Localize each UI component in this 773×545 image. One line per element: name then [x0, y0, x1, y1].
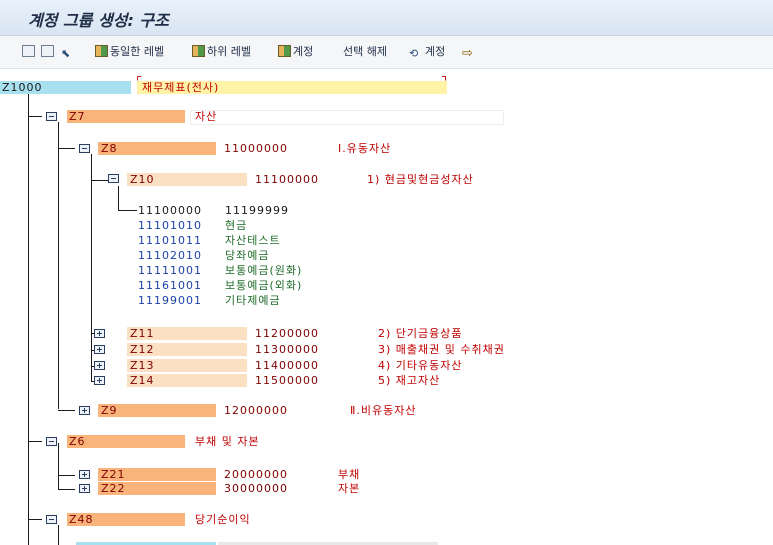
- node-code: Z9: [101, 404, 118, 417]
- collapse-icon[interactable]: [46, 437, 57, 446]
- select-button[interactable]: ⬉: [61, 44, 77, 60]
- collapse-icon[interactable]: [46, 112, 57, 121]
- node-code: Z48: [69, 513, 94, 526]
- node-from: 11100000: [255, 173, 319, 186]
- list-item-code[interactable]: 11101011: [138, 234, 202, 247]
- node-code: Z14: [130, 374, 155, 387]
- node-from: 30000000: [224, 482, 288, 495]
- expand-icon[interactable]: [79, 470, 90, 479]
- list-item-text: 자산테스트: [225, 234, 281, 247]
- account-label: 계정: [293, 45, 314, 58]
- expand-icon[interactable]: [94, 329, 105, 338]
- list-item-text: 기타제예금: [225, 294, 281, 307]
- node-from: 11000000: [224, 142, 288, 155]
- list-item-code[interactable]: 11111001: [138, 264, 202, 277]
- same-level-button[interactable]: 동일한 레벨: [95, 44, 164, 60]
- node-code: Z21: [101, 468, 126, 481]
- account-link-button[interactable]: ⟲ 계정: [409, 44, 445, 60]
- toolbar: ⬉ 동일한 레벨 하위 레벨 계정 선택 해제 ⟲ 계정 ⇨: [0, 36, 773, 69]
- node-text: 자산: [195, 110, 218, 123]
- list-item-text: 당좌예금: [225, 249, 270, 262]
- node-from: 11200000: [255, 327, 319, 340]
- node-text: 자본: [338, 482, 361, 495]
- tree-line-z8: [91, 154, 92, 382]
- deselect-label: 선택 해제: [343, 45, 387, 58]
- collapse-all-button[interactable]: [41, 44, 56, 60]
- expand-all-icon: [22, 45, 35, 57]
- list-item-text: 현금: [225, 219, 248, 232]
- node-code: Z10: [130, 173, 155, 186]
- node-text: Ⅰ.유동자산: [338, 142, 392, 155]
- node-code: Z12: [130, 343, 155, 356]
- transfer-icon: ⇨: [462, 46, 473, 61]
- deselect-button[interactable]: 선택 해제: [343, 44, 387, 60]
- structure-tree: Z1000 ⌜ 재무제표(전사) ⌝ Z7 자산 Z8 11000000 Ⅰ.유…: [0, 70, 773, 545]
- account-icon: [278, 45, 291, 57]
- transfer-button[interactable]: ⇨: [462, 44, 478, 60]
- node-text: 1) 현금및현금성자산: [367, 173, 474, 186]
- collapse-icon[interactable]: [79, 144, 90, 153]
- node-text: 5) 재고자산: [378, 374, 441, 387]
- list-item-code[interactable]: 11199001: [138, 294, 202, 307]
- title-bar: 계정 그룹 생성: 구조: [0, 0, 773, 36]
- collapse-icon[interactable]: [108, 174, 119, 183]
- node-code: Z11: [130, 327, 155, 340]
- collapse-all-icon: [41, 45, 54, 57]
- sub-level-label: 하위 레벨: [207, 45, 251, 58]
- node-from: 11300000: [255, 343, 319, 356]
- same-level-icon: [95, 45, 108, 57]
- node-code: Z13: [130, 359, 155, 372]
- node-text: 부채 및 자본: [195, 435, 260, 448]
- account-link-label: 계정: [425, 45, 446, 58]
- node-code: Z7: [69, 110, 86, 123]
- expand-icon[interactable]: [94, 345, 105, 354]
- tree-line-z6: [58, 443, 59, 489]
- expand-icon[interactable]: [94, 361, 105, 370]
- expand-all-button[interactable]: [22, 44, 37, 60]
- sub-level-icon: [192, 45, 205, 57]
- node-from: 12000000: [224, 404, 288, 417]
- tree-line-z7: [58, 122, 59, 409]
- node-text: 당기순이익: [195, 513, 251, 526]
- expand-icon[interactable]: [94, 376, 105, 385]
- tree-line-root: [28, 86, 29, 545]
- node-code: Z1000: [2, 81, 43, 94]
- range-to: 11199999: [225, 204, 289, 217]
- node-text: 재무제표(전사): [142, 81, 220, 94]
- node-text: 4) 기타유동자산: [378, 359, 463, 372]
- list-item-text: 보통예금(원화): [225, 264, 303, 277]
- page-title: 계정 그룹 생성: 구조: [28, 11, 169, 30]
- collapse-icon[interactable]: [46, 515, 57, 524]
- list-item-code[interactable]: 11101010: [138, 219, 202, 232]
- node-code: Z8: [101, 142, 118, 155]
- node-text: Ⅱ.비유동자산: [350, 404, 417, 417]
- node-from: 11400000: [255, 359, 319, 372]
- expand-icon[interactable]: [79, 406, 90, 415]
- node-text: 2) 단기금융상품: [378, 327, 463, 340]
- same-level-label: 동일한 레벨: [110, 45, 165, 58]
- tree-line-z48: [58, 525, 59, 545]
- list-item-text: 보통예금(외화): [225, 279, 303, 292]
- node-text: 부채: [338, 468, 361, 481]
- account-button[interactable]: 계정: [278, 44, 313, 60]
- tree-line-z10: [118, 186, 119, 210]
- link-icon: ⟲: [409, 47, 419, 60]
- node-from: 20000000: [224, 468, 288, 481]
- node-from: 11500000: [255, 374, 319, 387]
- expand-icon[interactable]: [79, 484, 90, 493]
- list-item-code[interactable]: 11102010: [138, 249, 202, 262]
- cursor-icon: ⬉: [61, 47, 71, 60]
- node-code: Z6: [69, 435, 86, 448]
- list-item-code[interactable]: 11161001: [138, 279, 202, 292]
- node-code: Z22: [101, 482, 126, 495]
- node-text: 3) 매출채권 및 수취채권: [378, 343, 505, 356]
- range-from: 11100000: [138, 204, 202, 217]
- sub-level-button[interactable]: 하위 레벨: [192, 44, 251, 60]
